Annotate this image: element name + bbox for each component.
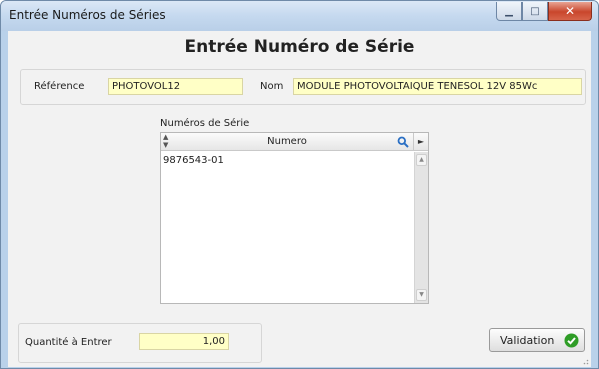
minimize-button[interactable]: ▁	[496, 2, 522, 21]
dialog-window: Entrée Numéros de Séries ▁ □ ✕ Entrée Nu…	[0, 0, 599, 369]
dialog-body: Entrée Numéro de Série Référence PHOTOVO…	[8, 31, 591, 367]
validation-label: Validation	[500, 334, 555, 347]
quantity-field[interactable]: 1,00	[139, 333, 229, 350]
window-controls: ▁ □ ✕	[496, 2, 592, 21]
resize-grip-icon[interactable]	[581, 357, 589, 365]
minimize-icon: ▁	[505, 5, 513, 17]
reference-group: Référence PHOTOVOL12 Nom MODULE PHOTOVOL…	[20, 69, 586, 105]
maximize-button[interactable]: □	[522, 2, 548, 21]
table-scrollbar[interactable]: ▲ ▼	[414, 152, 428, 303]
serial-number-table[interactable]: ▲ ▼ Numero ► 9876543-01 ▲ ▼	[160, 132, 429, 304]
maximize-icon: □	[530, 5, 540, 17]
validation-button[interactable]: Validation	[489, 328, 585, 352]
column-header-numero[interactable]: Numero	[161, 136, 413, 147]
search-icon[interactable]	[397, 136, 409, 148]
title-bar[interactable]: Entrée Numéros de Séries ▁ □ ✕	[1, 1, 598, 31]
reference-label: Référence	[34, 81, 85, 92]
nom-label: Nom	[260, 81, 284, 92]
table-header: ▲ ▼ Numero ►	[161, 133, 428, 151]
nom-field[interactable]: MODULE PHOTOVOLTAIQUE TENESOL 12V 85Wc	[293, 78, 582, 95]
column-menu-icon[interactable]: ►	[413, 133, 428, 151]
close-icon: ✕	[564, 4, 576, 18]
close-button[interactable]: ✕	[548, 2, 592, 21]
scroll-up-icon[interactable]: ▲	[416, 154, 427, 166]
reference-field[interactable]: PHOTOVOL12	[108, 78, 243, 95]
page-title: Entrée Numéro de Série	[184, 37, 415, 57]
scroll-down-icon[interactable]: ▼	[416, 289, 427, 301]
serial-list-label: Numéros de Série	[160, 118, 250, 129]
table-row[interactable]: 9876543-01	[161, 153, 413, 169]
quantity-label: Quantité à Entrer	[25, 337, 112, 348]
window-title: Entrée Numéros de Séries	[9, 8, 166, 22]
quantity-group: Quantité à Entrer 1,00	[18, 323, 262, 363]
check-icon	[564, 333, 579, 348]
